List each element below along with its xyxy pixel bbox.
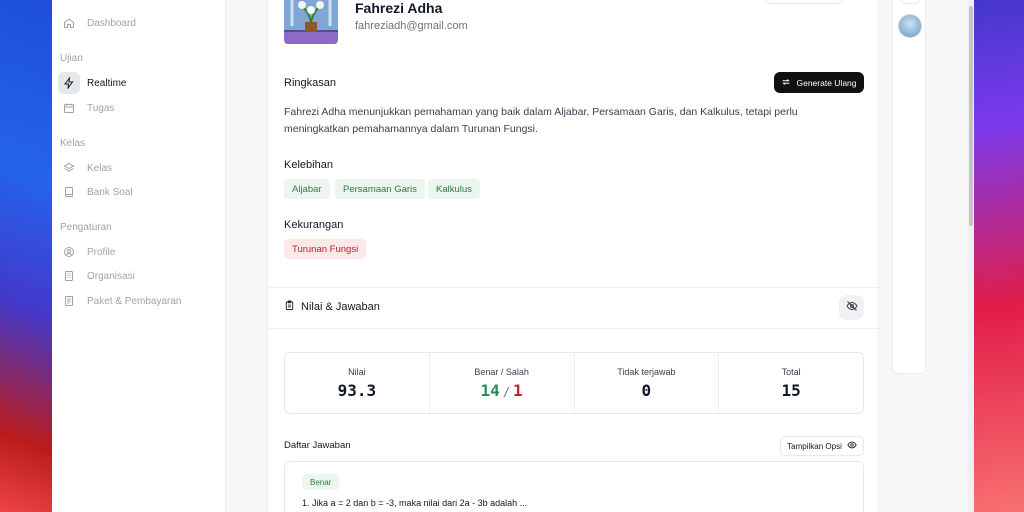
weaknesses-title: Kekurangan xyxy=(284,219,344,231)
right-panel-button[interactable] xyxy=(900,0,920,4)
grades-title: Nilai & Jawaban xyxy=(301,301,380,313)
user-circle-icon xyxy=(58,241,80,263)
summary-text: Fahrezi Adha menunjukkan pemahaman yang … xyxy=(284,106,798,135)
right-panel xyxy=(892,0,926,374)
weakness-chip: Turunan Fungsi xyxy=(284,239,367,259)
sidebar-item-bank-soal[interactable]: Bank Soal xyxy=(58,180,218,204)
sidebar-item-organisasi[interactable]: Organisasi xyxy=(58,264,218,288)
stat-label: Nilai xyxy=(348,366,366,377)
home-icon xyxy=(58,12,80,34)
strength-chip: Kalkulus xyxy=(428,179,480,199)
participant-avatar[interactable] xyxy=(898,14,922,38)
receipt-icon xyxy=(58,290,80,312)
stat-label: Benar / Salah xyxy=(474,366,529,377)
stat-value: 93.3 xyxy=(337,380,377,400)
eye-icon xyxy=(847,440,857,452)
show-options-button[interactable]: Tampilkan Opsi xyxy=(780,436,864,456)
sidebar-item-label: Bank Soal xyxy=(87,186,133,198)
section-divider xyxy=(268,328,880,329)
stat-unanswered: Tidak terjawab 0 xyxy=(575,353,720,413)
summary-title: Ringkasan xyxy=(284,77,336,89)
calendar-icon xyxy=(58,97,80,119)
stat-score: Nilai 93.3 xyxy=(285,353,430,413)
student-report-card: Fahrezi Adha fahreziadh@gmail.com Ringka… xyxy=(267,0,880,512)
app-window: Dashboard Ujian Realtime Tugas Kelas Kel… xyxy=(52,0,974,512)
clipboard-icon xyxy=(284,300,295,314)
grade-stats: Nilai 93.3 Benar / Salah 14/1 Tidak terj… xyxy=(284,352,864,414)
separator: / xyxy=(502,384,511,399)
sidebar-item-label: Tugas xyxy=(87,102,115,114)
scrollbar[interactable] xyxy=(968,0,974,512)
sidebar-item-label: Organisasi xyxy=(87,270,135,282)
sidebar-group-title-pengaturan: Pengaturan xyxy=(60,222,112,233)
hide-grades-button[interactable] xyxy=(839,295,864,320)
scrollbar-thumb[interactable] xyxy=(969,6,973,226)
sidebar-item-label: Realtime xyxy=(87,77,127,89)
student-email: fahreziadh@gmail.com xyxy=(355,20,468,32)
strengths-title: Kelebihan xyxy=(284,159,333,171)
building-icon xyxy=(58,265,80,287)
answer-item: Benar 1. Jika a = 2 dan b = -3, maka nil… xyxy=(284,461,864,512)
strength-chip: Aljabar xyxy=(284,179,330,199)
sidebar-item-profile[interactable]: Profile xyxy=(58,240,218,264)
stat-correct-wrong: Benar / Salah 14/1 xyxy=(430,353,575,413)
sidebar: Dashboard Ujian Realtime Tugas Kelas Kel… xyxy=(52,0,226,512)
sidebar-group-title-kelas: Kelas xyxy=(60,138,86,149)
strength-chip: Persamaan Garis xyxy=(335,179,425,199)
answers-title: Daftar Jawaban xyxy=(284,440,351,451)
sidebar-item-label: Paket & Pembayaran xyxy=(87,295,182,307)
stat-value: 14/1 xyxy=(481,381,523,400)
grades-header: Nilai & Jawaban xyxy=(284,300,380,314)
sidebar-item-label: Profile xyxy=(87,246,116,258)
layers-icon xyxy=(58,157,80,179)
stat-value: 15 xyxy=(781,380,801,400)
sidebar-group-title-ujian: Ujian xyxy=(60,53,83,64)
show-options-label: Tampilkan Opsi xyxy=(787,441,842,451)
book-icon xyxy=(58,181,80,203)
student-name: Fahrezi Adha xyxy=(355,0,443,16)
sidebar-item-tugas[interactable]: Tugas xyxy=(58,96,218,120)
generate-ulang-button[interactable]: Generate Ulang xyxy=(774,72,864,93)
stat-total: Total 15 xyxy=(719,353,863,413)
bolt-icon xyxy=(58,72,80,94)
section-divider xyxy=(268,287,880,288)
generate-ulang-label: Generate Ulang xyxy=(796,77,857,88)
header-action-button[interactable] xyxy=(764,0,844,4)
sidebar-item-label: Kelas xyxy=(87,162,113,174)
refresh-icon xyxy=(781,77,791,89)
desktop-wallpaper-left xyxy=(0,0,60,512)
sidebar-item-label: Dashboard xyxy=(87,17,136,29)
answer-question: 1. Jika a = 2 dan b = -3, maka nilai dar… xyxy=(302,498,528,508)
sidebar-item-realtime[interactable]: Realtime xyxy=(58,71,218,95)
student-avatar xyxy=(284,0,338,44)
answer-status-badge: Benar xyxy=(302,474,340,490)
sidebar-item-kelas[interactable]: Kelas xyxy=(58,156,218,180)
eye-off-icon xyxy=(845,299,858,317)
correct-count: 14 xyxy=(480,380,500,400)
wrong-count: 1 xyxy=(513,380,523,400)
sidebar-item-paket-pembayaran[interactable]: Paket & Pembayaran xyxy=(58,289,218,313)
stat-label: Total xyxy=(781,366,801,377)
stat-value: 0 xyxy=(641,380,652,400)
stat-label: Tidak terjawab xyxy=(617,366,676,377)
sidebar-item-dashboard[interactable]: Dashboard xyxy=(58,11,218,35)
